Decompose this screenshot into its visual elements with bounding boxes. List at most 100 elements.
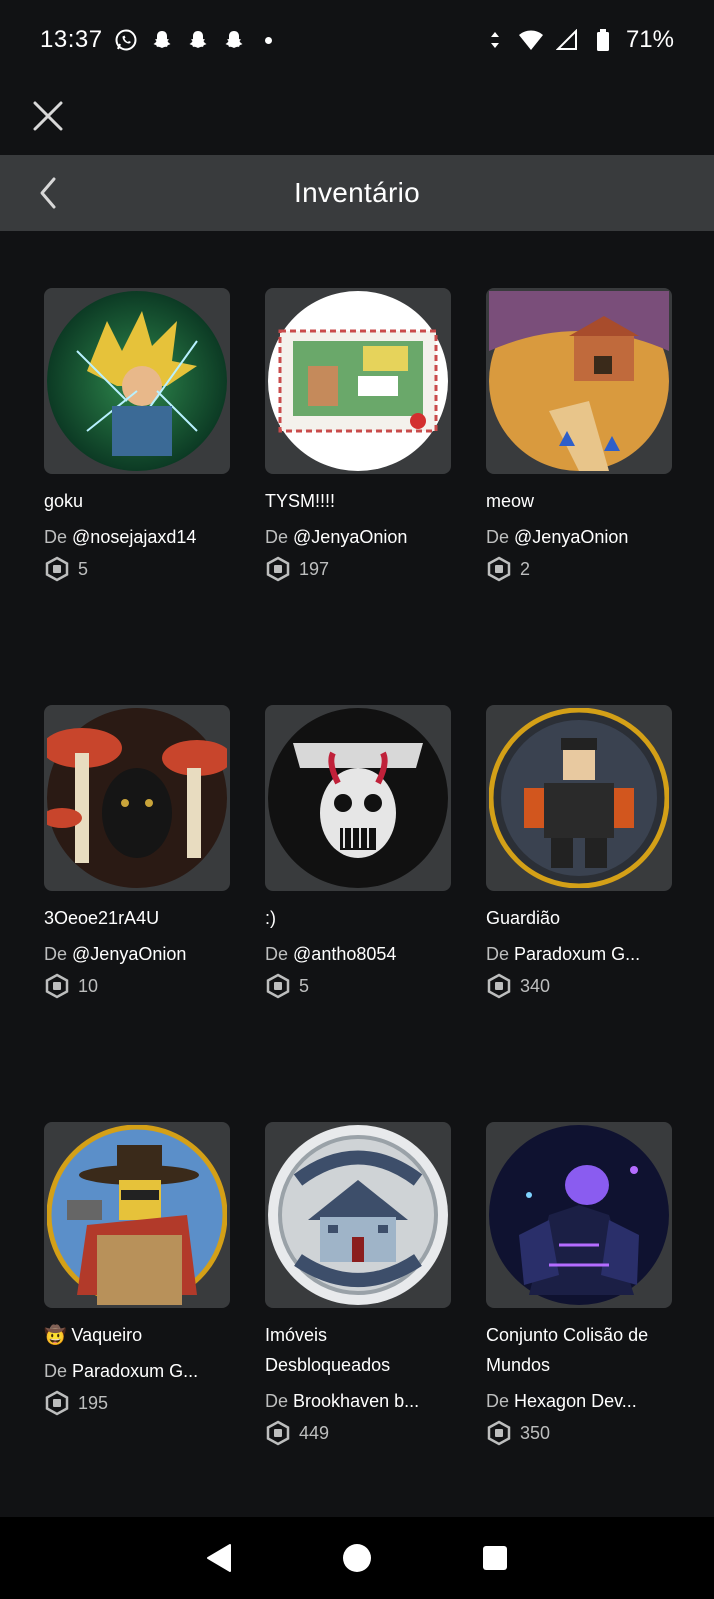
robux-icon xyxy=(45,973,69,999)
item-thumbnail[interactable] xyxy=(486,705,672,891)
item-card[interactable]: 3Oeoe21rA4U De @JenyaOnion 10 xyxy=(44,705,230,1001)
item-thumbnail[interactable] xyxy=(44,705,230,891)
item-thumbnail[interactable] xyxy=(44,288,230,474)
creator-prefix: De xyxy=(486,527,510,547)
triangle-back-icon xyxy=(207,1544,231,1572)
inventory-header: Inventário xyxy=(0,155,714,231)
creator-name: Hexagon Dev... xyxy=(514,1391,637,1411)
item-name: 🤠 Vaqueiro xyxy=(44,1325,143,1345)
item-creator[interactable]: De @JenyaOnion xyxy=(486,522,672,552)
item-creator[interactable]: De Paradoxum G... xyxy=(44,1356,230,1386)
item-name: goku xyxy=(44,491,84,511)
item-creator[interactable]: De Brookhaven b... xyxy=(265,1386,451,1416)
creator-prefix: De xyxy=(44,527,68,547)
item-price: 340 xyxy=(520,975,551,996)
item-price: 2 xyxy=(520,558,531,579)
creator-name: Paradoxum G... xyxy=(72,1361,199,1381)
robux-icon xyxy=(45,556,69,582)
item-thumbnail[interactable] xyxy=(265,1122,451,1308)
item-name: 3Oeoe21rA4U xyxy=(44,908,160,928)
data-transfer-icon xyxy=(482,27,508,53)
item-price: 5 xyxy=(78,558,89,579)
price-row: 5 xyxy=(44,554,230,584)
cowboy-image xyxy=(47,1125,227,1305)
item-thumbnail[interactable] xyxy=(486,1122,672,1308)
creator-prefix: De xyxy=(265,944,289,964)
nav-recents-button[interactable] xyxy=(475,1538,515,1578)
creator-name: @JenyaOnion xyxy=(514,527,629,547)
price-row: 2 xyxy=(486,554,672,584)
price-row: 195 xyxy=(44,1388,230,1418)
creator-prefix: De xyxy=(44,1361,68,1381)
item-creator[interactable]: De Hexagon Dev... xyxy=(486,1386,672,1416)
creator-name: @JenyaOnion xyxy=(72,944,187,964)
item-card[interactable]: Imóveis Desbloqueados De Brookhaven b...… xyxy=(265,1122,451,1448)
item-creator[interactable]: De @antho8054 xyxy=(265,939,451,969)
mushroom-cat-image xyxy=(47,708,227,888)
item-name: Imóveis Desbloqueados xyxy=(265,1325,391,1375)
battery-percent: 71% xyxy=(625,26,674,53)
close-button[interactable] xyxy=(30,98,66,134)
price-row: 340 xyxy=(486,971,672,1001)
wifi-icon xyxy=(518,27,544,53)
item-creator[interactable]: De @nosejajaxd14 xyxy=(44,522,230,552)
postcard-image xyxy=(268,291,448,471)
item-price: 195 xyxy=(78,1392,109,1413)
creator-name: @JenyaOnion xyxy=(293,527,408,547)
creator-prefix: De xyxy=(486,1391,510,1411)
item-card[interactable]: TYSM!!!! De @JenyaOnion 197 xyxy=(265,288,451,584)
item-card[interactable]: Conjunto Colisão de Mundos De Hexagon De… xyxy=(486,1122,672,1448)
item-price: 197 xyxy=(299,558,330,579)
robux-icon xyxy=(487,556,511,582)
status-time: 13:37 xyxy=(40,26,103,53)
item-creator[interactable]: De @JenyaOnion xyxy=(44,939,230,969)
item-price: 5 xyxy=(299,975,310,996)
item-thumbnail[interactable] xyxy=(486,288,672,474)
robux-icon xyxy=(487,973,511,999)
price-row: 197 xyxy=(265,554,451,584)
snapchat-icon xyxy=(221,27,247,53)
snapchat-icon xyxy=(149,27,175,53)
creator-name: Brookhaven b... xyxy=(293,1391,420,1411)
price-row: 449 xyxy=(265,1418,451,1448)
cat-village-image xyxy=(489,291,669,471)
item-price: 449 xyxy=(299,1422,330,1443)
item-card[interactable]: :) De @antho8054 5 xyxy=(265,705,451,1001)
robux-icon xyxy=(266,556,290,582)
item-card[interactable]: 🤠 Vaqueiro De Paradoxum G... 195 xyxy=(44,1122,230,1418)
item-thumbnail[interactable] xyxy=(265,288,451,474)
creator-prefix: De xyxy=(265,1391,289,1411)
back-button[interactable] xyxy=(34,175,64,211)
item-price: 350 xyxy=(520,1422,551,1443)
robux-icon xyxy=(266,1420,290,1446)
price-row: 5 xyxy=(265,971,451,1001)
square-recents-icon xyxy=(483,1546,507,1570)
metallica-image xyxy=(268,708,448,888)
creator-prefix: De xyxy=(486,944,510,964)
snapchat-icon xyxy=(185,27,211,53)
circle-home-icon xyxy=(343,1544,371,1572)
creator-name: @antho8054 xyxy=(293,944,397,964)
item-thumbnail[interactable] xyxy=(44,1122,230,1308)
item-card[interactable]: meow De @JenyaOnion 2 xyxy=(486,288,672,584)
price-row: 350 xyxy=(486,1418,672,1448)
item-name: Guardião xyxy=(486,908,561,928)
robux-icon xyxy=(487,1420,511,1446)
item-card[interactable]: goku De @nosejajaxd14 5 xyxy=(44,288,230,584)
chevron-left-icon xyxy=(40,177,56,209)
close-row xyxy=(0,80,714,155)
item-creator[interactable]: De Paradoxum G... xyxy=(486,939,672,969)
item-thumbnail[interactable] xyxy=(265,705,451,891)
item-name: Conjunto Colisão de Mundos xyxy=(486,1325,649,1375)
item-name: :) xyxy=(265,908,276,928)
status-bar: 13:37 71% xyxy=(0,0,714,80)
creator-name: @nosejajaxd14 xyxy=(72,527,197,547)
nav-home-button[interactable] xyxy=(337,1538,377,1578)
worlds-collide-image xyxy=(489,1125,669,1305)
item-card[interactable]: Guardião De Paradoxum G... 340 xyxy=(486,705,672,1001)
item-creator[interactable]: De @JenyaOnion xyxy=(265,522,451,552)
robux-icon xyxy=(266,973,290,999)
close-icon xyxy=(33,101,63,131)
item-name: meow xyxy=(486,491,535,511)
nav-back-button[interactable] xyxy=(199,1538,239,1578)
